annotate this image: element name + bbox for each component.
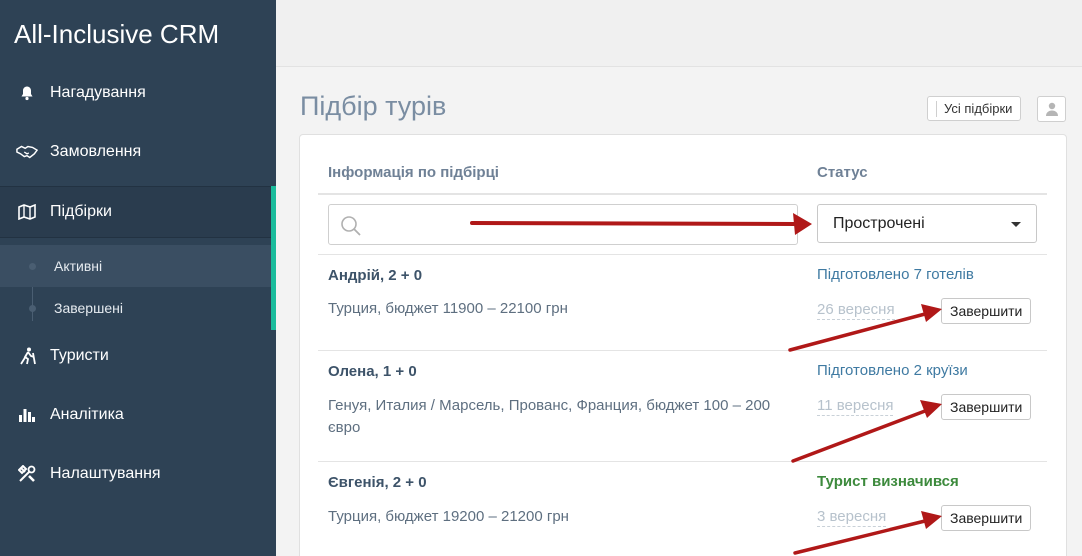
sidebar-item-orders[interactable]: Замовлення (0, 126, 276, 178)
row-description: Генуя, Италия / Марсель, Прованс, Франци… (328, 397, 771, 436)
user-button[interactable] (1037, 96, 1066, 122)
search-box[interactable] (328, 204, 798, 245)
hiker-icon (16, 345, 38, 367)
row-description: Турция, бюджет 19200 – 21200 грн (328, 508, 569, 525)
sidebar-item-analytics[interactable]: Аналітика (0, 389, 276, 441)
sidebar-item-label: Туристи (50, 347, 109, 364)
sidebar-item-label: Аналітика (50, 406, 124, 423)
row-client-name[interactable]: Олена, 1 + 0 (328, 363, 417, 380)
sidebar-item-label: Підбірки (50, 203, 112, 220)
row-status: Турист визначився (817, 473, 959, 490)
sidebar-item-label: Нагадування (50, 84, 146, 101)
sidebar-subitem-label: Активні (54, 258, 103, 274)
sidebar-item-label: Налаштування (50, 465, 161, 482)
tools-icon (16, 463, 38, 485)
sidebar-item-selections[interactable]: Підбірки (0, 186, 276, 238)
column-header-status: Статус (817, 164, 868, 181)
bar-chart-icon (16, 404, 38, 426)
sidebar-subitem-label: Завершені (54, 300, 123, 316)
row-client-name[interactable]: Андрій, 2 + 0 (328, 267, 422, 284)
button-divider (936, 101, 937, 117)
sidebar-item-reminders[interactable]: Нагадування (0, 67, 276, 119)
row-description: Турция, бюджет 11900 – 22100 грн (328, 300, 568, 317)
sidebar-subitem-finished[interactable]: Завершені (0, 287, 271, 329)
sidebar: All-Inclusive CRM Нагадування Замовлення… (0, 0, 276, 556)
dot-icon (29, 262, 36, 270)
brand-logo[interactable]: All-Inclusive CRM (14, 19, 219, 50)
row-date[interactable]: 11 вересня (817, 397, 894, 416)
finish-button[interactable]: Завершити (941, 394, 1032, 420)
all-selections-label: Усі підбірки (944, 101, 1013, 116)
sidebar-item-settings[interactable]: Налаштування (0, 448, 276, 500)
row-divider (318, 350, 1047, 351)
handshake-icon (16, 141, 38, 163)
dot-icon (29, 304, 36, 312)
sidebar-subitem-active[interactable]: Активні (0, 245, 271, 287)
status-filter-select[interactable]: Прострочені (817, 204, 1037, 243)
caret-down-icon (1011, 222, 1021, 227)
user-icon (1045, 102, 1058, 116)
sidebar-submenu: Активні Завершені (0, 239, 271, 331)
row-status[interactable]: Підготовлено 7 готелів (817, 266, 974, 283)
page-title: Підбір турів (300, 91, 447, 121)
finish-button[interactable]: Завершити (941, 298, 1032, 324)
sidebar-item-tourists[interactable]: Туристи (0, 330, 276, 382)
top-bar (276, 0, 1082, 67)
column-header-info: Інформація по підбірці (328, 164, 499, 181)
finish-button[interactable]: Завершити (941, 505, 1032, 531)
status-filter-value: Прострочені (833, 214, 925, 232)
row-divider (318, 461, 1047, 462)
row-divider (318, 254, 1047, 255)
search-input[interactable] (329, 205, 797, 244)
row-date[interactable]: 26 вересня (817, 301, 895, 320)
row-date[interactable]: 3 вересня (817, 508, 887, 527)
row-client-name[interactable]: Євгенія, 2 + 0 (328, 474, 427, 491)
all-selections-button[interactable]: Усі підбірки (927, 96, 1022, 121)
row-status[interactable]: Підготовлено 2 круїзи (817, 362, 968, 379)
sidebar-item-label: Замовлення (50, 143, 142, 160)
map-icon (16, 201, 38, 223)
header-divider (318, 193, 1047, 195)
search-icon (341, 216, 361, 236)
bell-icon (16, 82, 38, 104)
active-accent-bar (271, 186, 276, 330)
selections-panel (299, 134, 1067, 556)
